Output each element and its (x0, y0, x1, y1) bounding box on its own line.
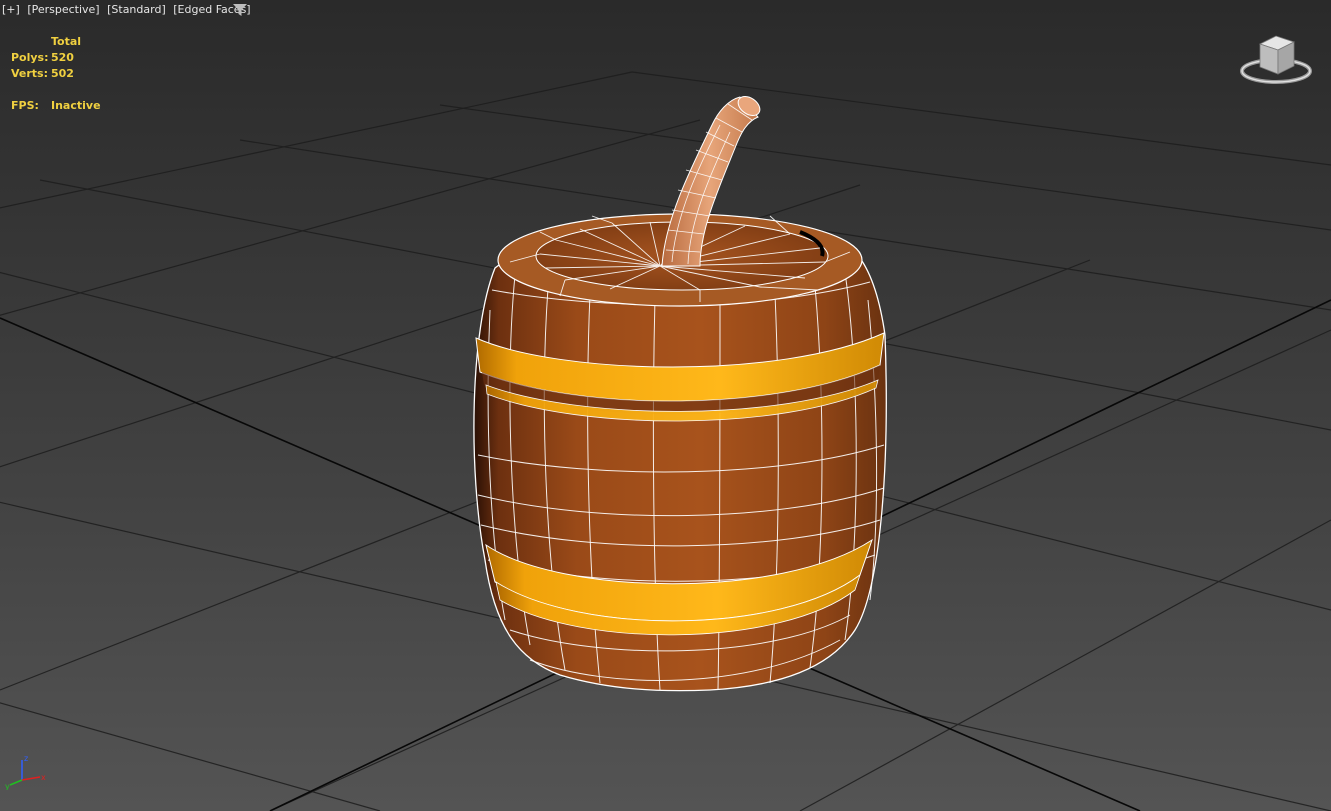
fps-value: Inactive (51, 99, 101, 112)
axis-x-label: x (41, 773, 46, 782)
viewport-canvas (0, 71, 1331, 811)
viewcube-icon[interactable] (1238, 30, 1314, 88)
viewport-point-of-view-menu[interactable]: [Perspective] (27, 3, 99, 16)
viewport-label-menu: [+] [Perspective] [Standard] [Edged Face… (2, 3, 255, 16)
axis-tripod-icon: z x y (5, 754, 46, 790)
barrel-model[interactable] (473, 93, 887, 692)
fps-label: FPS: (11, 99, 39, 112)
axis-z-label: z (24, 754, 28, 763)
viewport-general-menu[interactable]: [+] (2, 3, 20, 16)
polys-label: Polys: (11, 51, 49, 64)
polys-value: 520 (51, 51, 74, 64)
axis-y-label: y (5, 782, 10, 790)
verts-value: 502 (51, 67, 74, 80)
verts-label: Verts: (11, 67, 49, 80)
funnel-icon[interactable] (233, 4, 247, 17)
stats-column-header: Total (51, 35, 82, 48)
viewport-lighting-menu[interactable]: [Standard] (107, 3, 166, 16)
perspective-viewport[interactable]: [+] [Perspective] [Standard] [Edged Face… (0, 0, 1331, 811)
